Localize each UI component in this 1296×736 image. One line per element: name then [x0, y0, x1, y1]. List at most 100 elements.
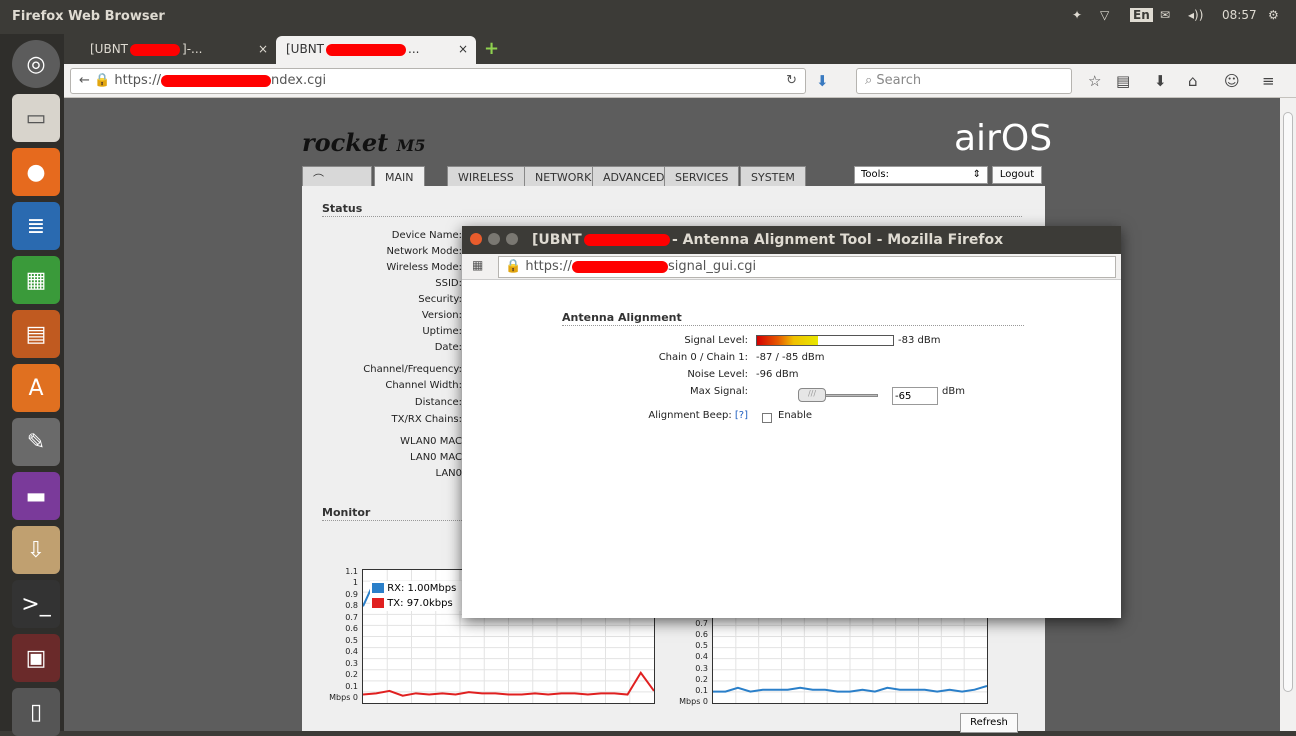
dropbox-icon[interactable]: ✦	[1072, 8, 1082, 22]
menu-icon[interactable]: ≡	[1262, 72, 1275, 90]
status-label: Date:	[434, 342, 462, 353]
browser-tab-1[interactable]: [UBNT]-... ×	[80, 36, 270, 64]
mail-icon[interactable]: ✉	[1160, 8, 1170, 22]
terminal-icon[interactable]: >_	[12, 580, 60, 628]
popup-title-prefix: [UBNT	[532, 232, 582, 248]
legend-tx: TX: 97.0kbps	[372, 598, 462, 609]
keyboard-lang[interactable]: En	[1130, 8, 1153, 22]
chat-icon[interactable]: ☺	[1224, 72, 1240, 90]
trash-icon[interactable]: ▯	[12, 688, 60, 736]
system-settings-icon[interactable]: ✎	[12, 418, 60, 466]
search-input[interactable]: ⌕ Search	[856, 68, 1072, 94]
maximize-window-icon[interactable]	[506, 233, 518, 245]
refresh-button[interactable]: Refresh	[960, 713, 1018, 733]
noise-level-label: Noise Level:	[687, 369, 748, 380]
antenna-alignment-window: [UBNT - Antenna Alignment Tool - Mozilla…	[462, 226, 1121, 618]
y-tick-label: 1	[352, 578, 358, 588]
monitor-title: Monitor	[322, 506, 371, 519]
popup-url-suffix: signal_gui.cgi	[667, 259, 757, 274]
redaction	[571, 260, 668, 273]
impress-icon[interactable]: ▤	[12, 310, 60, 358]
tab-main[interactable]: MAIN	[374, 166, 425, 188]
y-tick-label: 0.5	[345, 635, 358, 645]
status-label: Network Mode:	[386, 246, 462, 257]
scrollbar-thumb[interactable]	[1283, 112, 1293, 692]
tab-system[interactable]: SYSTEM	[740, 166, 806, 188]
tab-advanced[interactable]: ADVANCED	[592, 166, 676, 188]
workspace-switcher-icon[interactable]: ▣	[12, 634, 60, 682]
home-icon[interactable]: ⌂	[1188, 72, 1198, 90]
popup-title-bar: [UBNT - Antenna Alignment Tool - Mozilla…	[462, 226, 1121, 254]
help-link[interactable]: [?]	[735, 410, 748, 421]
files-icon[interactable]: ▭	[12, 94, 60, 142]
status-label: TX/RX Chains:	[391, 414, 462, 425]
calc-icon[interactable]: ▦	[12, 256, 60, 304]
tab-wireless[interactable]: WIRELESS	[447, 166, 525, 188]
bookmark-star-icon[interactable]: ☆	[1088, 72, 1101, 90]
close-tab-icon[interactable]: ×	[458, 42, 468, 56]
wifi-icon[interactable]: ▽	[1100, 8, 1109, 22]
addon-icon[interactable]: ⬇	[816, 72, 829, 90]
downloads-icon[interactable]: ⬇	[1154, 72, 1167, 90]
chart-legend: RX: 1.00Mbps TX: 97.0kbps	[370, 581, 464, 611]
popup-title: - Antenna Alignment Tool - Mozilla Firef…	[672, 232, 1004, 248]
reload-icon[interactable]: ↻	[786, 73, 797, 88]
settings-icon[interactable]: ⚙	[1268, 8, 1279, 22]
ubuntu-dash-icon[interactable]: ◎	[12, 40, 60, 88]
max-signal-unit: dBm	[942, 386, 965, 397]
sidebar-icon[interactable]: ▦	[472, 258, 483, 272]
y-tick-label: 0.7	[695, 619, 708, 628]
close-tab-icon[interactable]: ×	[258, 42, 268, 56]
popup-url-prefix: https://	[525, 259, 572, 274]
max-signal-slider-handle[interactable]: ///	[798, 388, 826, 402]
minimize-window-icon[interactable]	[488, 233, 500, 245]
redaction	[584, 234, 670, 246]
status-label: Channel Width:	[385, 380, 462, 391]
tab-services[interactable]: SERVICES	[664, 166, 740, 188]
new-tab-icon[interactable]: +	[484, 38, 499, 59]
airos-logo: airOS	[954, 118, 1053, 159]
divider	[322, 520, 472, 521]
y-tick-label: 0.6	[345, 624, 358, 634]
tab-title-suffix: ...	[408, 42, 420, 56]
workspace-icon[interactable]: ▬	[12, 472, 60, 520]
writer-icon[interactable]: ≣	[12, 202, 60, 250]
max-signal-input[interactable]: -65	[892, 387, 938, 405]
popup-url-bar[interactable]: 🔒 https:// signal_gui.cgi	[498, 256, 1116, 278]
y-tick-label: 0.3	[345, 658, 358, 668]
volume-icon[interactable]: ◂))	[1188, 8, 1203, 22]
search-icon: ⌕	[865, 73, 873, 88]
close-window-icon[interactable]	[470, 233, 482, 245]
status-label: LAN0 MAC	[410, 452, 462, 463]
status-label: Distance:	[414, 397, 462, 408]
firefox-icon[interactable]: ●	[12, 148, 60, 196]
reading-list-icon[interactable]: ▤	[1116, 72, 1130, 90]
noise-level-value: -96 dBm	[756, 369, 799, 380]
archive-icon[interactable]: ⇩	[12, 526, 60, 574]
signal-level-label: Signal Level:	[684, 335, 748, 346]
url-bar[interactable]: ← 🔒 https:// ndex.cgi ↻	[70, 68, 806, 94]
page-scrollbar[interactable]	[1280, 98, 1296, 731]
brand-logo: rocket M5	[302, 128, 426, 157]
popup-nav-bar: ▦ 🔒 https:// signal_gui.cgi	[462, 254, 1121, 280]
tools-select[interactable]: Tools: ⇕	[854, 166, 988, 184]
url-prefix: https://	[114, 73, 161, 88]
y-tick-label: 0.1	[345, 681, 358, 691]
back-icon[interactable]: ←	[79, 73, 90, 88]
redaction	[326, 43, 407, 56]
tab-ubnt-logo[interactable]: ⌒	[302, 166, 372, 188]
beep-enable-checkbox[interactable]	[762, 413, 772, 423]
lock-icon: 🔒	[94, 73, 111, 88]
tab-network[interactable]: NETWORK	[524, 166, 603, 188]
clock[interactable]: 08:57	[1222, 8, 1257, 22]
y-tick-label: 0.2	[345, 670, 358, 680]
logout-button[interactable]: Logout	[992, 166, 1042, 184]
browser-tab-2[interactable]: [UBNT... ×	[276, 36, 476, 64]
y-tick-label: 0.6	[695, 630, 708, 640]
status-label: Uptime:	[422, 326, 462, 337]
y-tick-label: 0.7	[345, 612, 358, 622]
software-center-icon[interactable]: A	[12, 364, 60, 412]
beep-enable-label: Enable	[778, 410, 813, 421]
y-tick-label: 0.2	[695, 674, 708, 684]
tab-title: [UBNT	[90, 42, 129, 56]
